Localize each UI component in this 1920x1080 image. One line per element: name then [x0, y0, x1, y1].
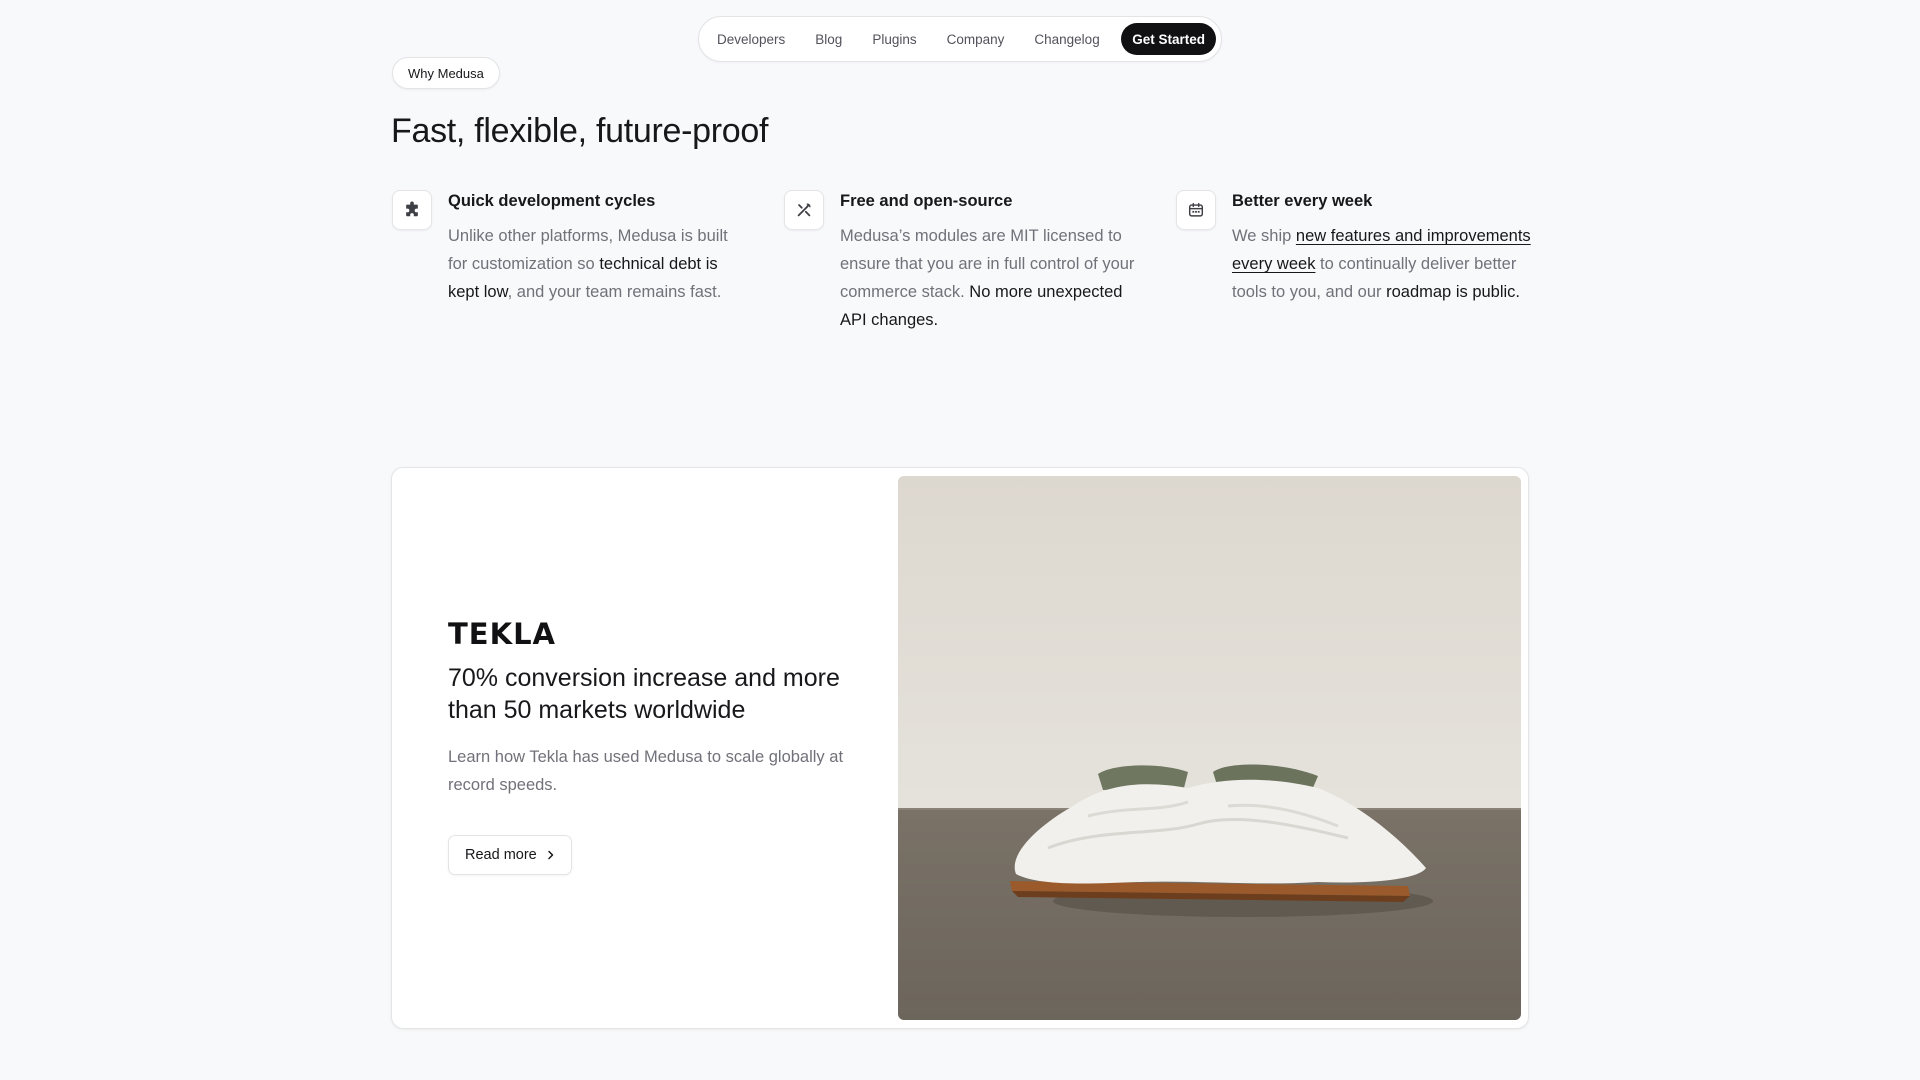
calendar-icon [1176, 190, 1216, 230]
read-more-label: Read more [465, 847, 537, 863]
nav-link-company[interactable]: Company [932, 32, 1020, 47]
bed-photo [898, 476, 1521, 1020]
feature-title: Free and open-source [840, 192, 1013, 210]
case-study-card: TEKLA 70% conversion increase and more t… [391, 467, 1529, 1029]
case-study-title: 70% conversion increase and more than 50… [448, 664, 840, 724]
feature-body: Unlike other platforms, Medusa is built … [448, 222, 750, 306]
feature-title: Better every week [1232, 192, 1373, 210]
feature-title: Quick development cycles [448, 192, 656, 210]
case-study-description: Learn how Tekla has used Medusa to scale… [448, 748, 844, 794]
tekla-logo: TEKLA [448, 617, 556, 651]
section-headline: Fast, flexible, future-proof [391, 112, 769, 150]
nav-link-changelog[interactable]: Changelog [1019, 32, 1114, 47]
feature-body-text: , and your team remains fast. [507, 283, 722, 301]
nav-link-plugins[interactable]: Plugins [857, 32, 931, 47]
get-started-button[interactable]: Get Started [1121, 23, 1216, 55]
feature-body: Medusa’s modules are MIT licensed to ens… [840, 222, 1140, 334]
feature-body-text: We ship [1232, 227, 1296, 245]
section-badge: Why Medusa [392, 57, 500, 89]
chevron-right-icon [547, 850, 553, 860]
read-more-button[interactable]: Read more [448, 835, 572, 875]
nav-link-blog[interactable]: Blog [800, 32, 857, 47]
feature-body-highlight: roadmap is public. [1386, 283, 1521, 301]
puzzle-icon [392, 190, 432, 230]
top-navigation: Developers Blog Plugins Company Changelo… [698, 16, 1222, 62]
nav-link-developers[interactable]: Developers [717, 32, 800, 47]
feature-body: We ship new features and improvements ev… [1232, 222, 1532, 306]
tools-icon [784, 190, 824, 230]
